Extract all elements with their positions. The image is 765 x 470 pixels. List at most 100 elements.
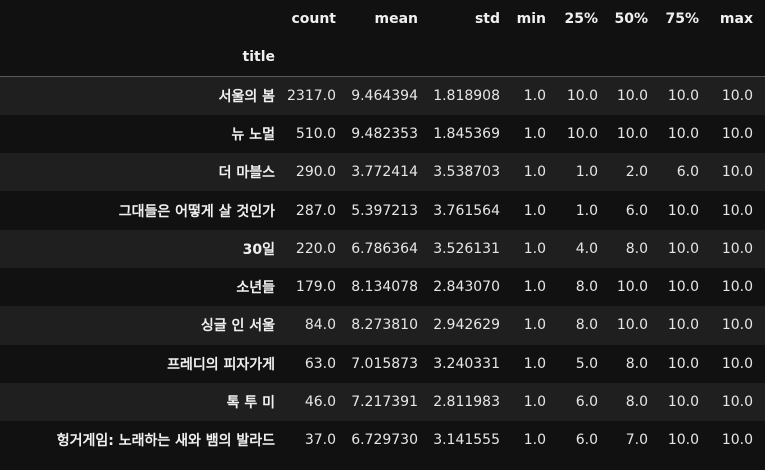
cell-count: 46.0: [304, 394, 336, 411]
cell-min: 1.0: [523, 164, 546, 181]
cell-mean: 3.772414: [351, 164, 418, 181]
cell-25pct: 10.0: [566, 125, 598, 142]
cell-min: 1.0: [523, 432, 546, 449]
cell-50pct: 10.0: [616, 279, 648, 296]
cell-mean: 7.217391: [351, 394, 418, 411]
cell-75pct: 10.0: [667, 432, 699, 449]
table-row: 톡 투 미 46.0 7.217391 2.811983 1.0 6.0 8.0 10.0 10…: [0, 382, 765, 422]
cell-count: 510.0: [295, 125, 336, 142]
cell-std: 3.538703: [433, 164, 500, 181]
table-row: 30일 220.0 6.786364 3.526131 1.0 4.0 8.0 10.0 10.…: [0, 229, 765, 268]
cell-50pct: 8.0: [625, 355, 648, 372]
table-row: 헝거게임: 노래하는 새와 뱀의 발라드 37.0 6.729730 3.141555…: [0, 421, 765, 460]
column-header-min: min: [516, 11, 546, 27]
cell-count: 220.0: [295, 240, 336, 257]
cell-max: 10.0: [721, 279, 753, 296]
cell-count: 63.0: [304, 355, 336, 372]
cell-min: 1.0: [523, 317, 546, 334]
column-header-75pct: 75%: [665, 11, 699, 27]
dataframe-output: count mean std min 25% 50% 75% max title: [0, 0, 765, 470]
cell-std: 1.818908: [433, 87, 500, 104]
row-index-title: 더 마블스: [218, 165, 275, 182]
table-row: 그대들은 어떻게 살 것인가 287.0 5.397213 3.761564 1.0 1.…: [0, 191, 765, 230]
row-index-title: 서울의 봄: [218, 88, 275, 105]
cell-75pct: 10.0: [667, 394, 699, 411]
index-header-spacer: [660, 38, 711, 77]
cell-std: 3.141555: [433, 432, 500, 449]
describe-table: count mean std min 25% 50% 75% max title: [0, 0, 765, 460]
cell-50pct: 10.0: [616, 87, 648, 104]
cell-max: 10.0: [721, 432, 753, 449]
index-header-spacer: [610, 38, 660, 77]
cell-50pct: 2.0: [625, 164, 648, 181]
cell-mean: 9.482353: [351, 125, 418, 142]
cell-50pct: 7.0: [625, 432, 648, 449]
table-row: 싱글 인 서울 84.0 8.273810 2.942629 1.0 8.0 10.0 10.…: [0, 306, 765, 345]
cell-max: 10.0: [721, 355, 753, 372]
row-index-title: 뉴 노멀: [231, 126, 275, 143]
row-index-title: 헝거게임: 노래하는 새와 뱀의 발라드: [56, 433, 275, 450]
cell-min: 1.0: [523, 240, 546, 257]
index-header-spacer: [558, 38, 610, 77]
cell-50pct: 8.0: [625, 394, 648, 411]
row-index-title: 싱글 인 서울: [200, 318, 275, 335]
table-row: 서울의 봄 2317.0 9.464394 1.818908 1.0 10.0 10.0 10…: [0, 76, 765, 115]
row-index-title: 그대들은 어떻게 살 것인가: [118, 203, 275, 220]
cell-std: 1.845369: [433, 125, 500, 142]
cell-count: 290.0: [295, 164, 336, 181]
index-name: title: [0, 38, 287, 77]
cell-25pct: 8.0: [575, 279, 598, 296]
cell-count: 2317.0: [287, 87, 336, 104]
cell-25pct: 8.0: [575, 317, 598, 334]
cell-std: 2.843070: [433, 279, 500, 296]
row-index-title: 톡 투 미: [226, 395, 275, 412]
cell-std: 3.761564: [433, 202, 500, 219]
cell-75pct: 10.0: [667, 240, 699, 257]
cell-50pct: 6.0: [625, 202, 648, 219]
cell-max: 10.0: [721, 125, 753, 142]
column-header-count: count: [291, 11, 336, 27]
cell-max: 10.0: [721, 317, 753, 334]
cell-min: 1.0: [523, 87, 546, 104]
cell-max: 10.0: [721, 394, 753, 411]
cell-50pct: 8.0: [625, 240, 648, 257]
cell-min: 1.0: [523, 279, 546, 296]
table-row: 프레디의 피자가게 63.0 7.015873 3.240331 1.0 5.0 8.0 10…: [0, 344, 765, 383]
cell-75pct: 10.0: [667, 202, 699, 219]
cell-mean: 6.786364: [351, 240, 418, 257]
row-index-title: 프레디의 피자가게: [167, 356, 275, 373]
corner-cell: [0, 0, 287, 38]
cell-75pct: 10.0: [667, 125, 699, 142]
index-header-spacer: [430, 38, 512, 77]
cell-min: 1.0: [523, 202, 546, 219]
cell-25pct: 1.0: [575, 164, 598, 181]
cell-75pct: 6.0: [676, 164, 699, 181]
cell-count: 84.0: [304, 317, 336, 334]
cell-mean: 8.273810: [351, 317, 418, 334]
column-header-max: max: [719, 11, 753, 27]
index-header-spacer: [512, 38, 558, 77]
cell-max: 10.0: [721, 202, 753, 219]
cell-min: 1.0: [523, 125, 546, 142]
cell-count: 179.0: [295, 279, 336, 296]
index-header-spacer: [348, 38, 430, 77]
table-row: 소년들 179.0 8.134078 2.843070 1.0 8.0 10.0 10.0 10…: [0, 267, 765, 307]
cell-std: 2.811983: [433, 394, 500, 411]
index-header-row: title: [0, 38, 765, 77]
cell-25pct: 1.0: [575, 202, 598, 219]
cell-count: 37.0: [304, 432, 336, 449]
cell-max: 10.0: [721, 87, 753, 104]
column-header-50pct: 50%: [614, 11, 648, 27]
cell-25pct: 6.0: [575, 432, 598, 449]
table-body: 서울의 봄 2317.0 9.464394 1.818908 1.0 10.0 10.0 10…: [0, 76, 765, 460]
cell-std: 3.526131: [433, 240, 500, 257]
cell-50pct: 10.0: [616, 317, 648, 334]
cell-mean: 9.464394: [351, 87, 418, 104]
cell-50pct: 10.0: [616, 125, 648, 142]
cell-mean: 7.015873: [351, 355, 418, 372]
cell-count: 287.0: [295, 202, 336, 219]
cell-max: 10.0: [721, 240, 753, 257]
cell-75pct: 10.0: [667, 355, 699, 372]
cell-mean: 8.134078: [351, 279, 418, 296]
cell-mean: 6.729730: [351, 432, 418, 449]
